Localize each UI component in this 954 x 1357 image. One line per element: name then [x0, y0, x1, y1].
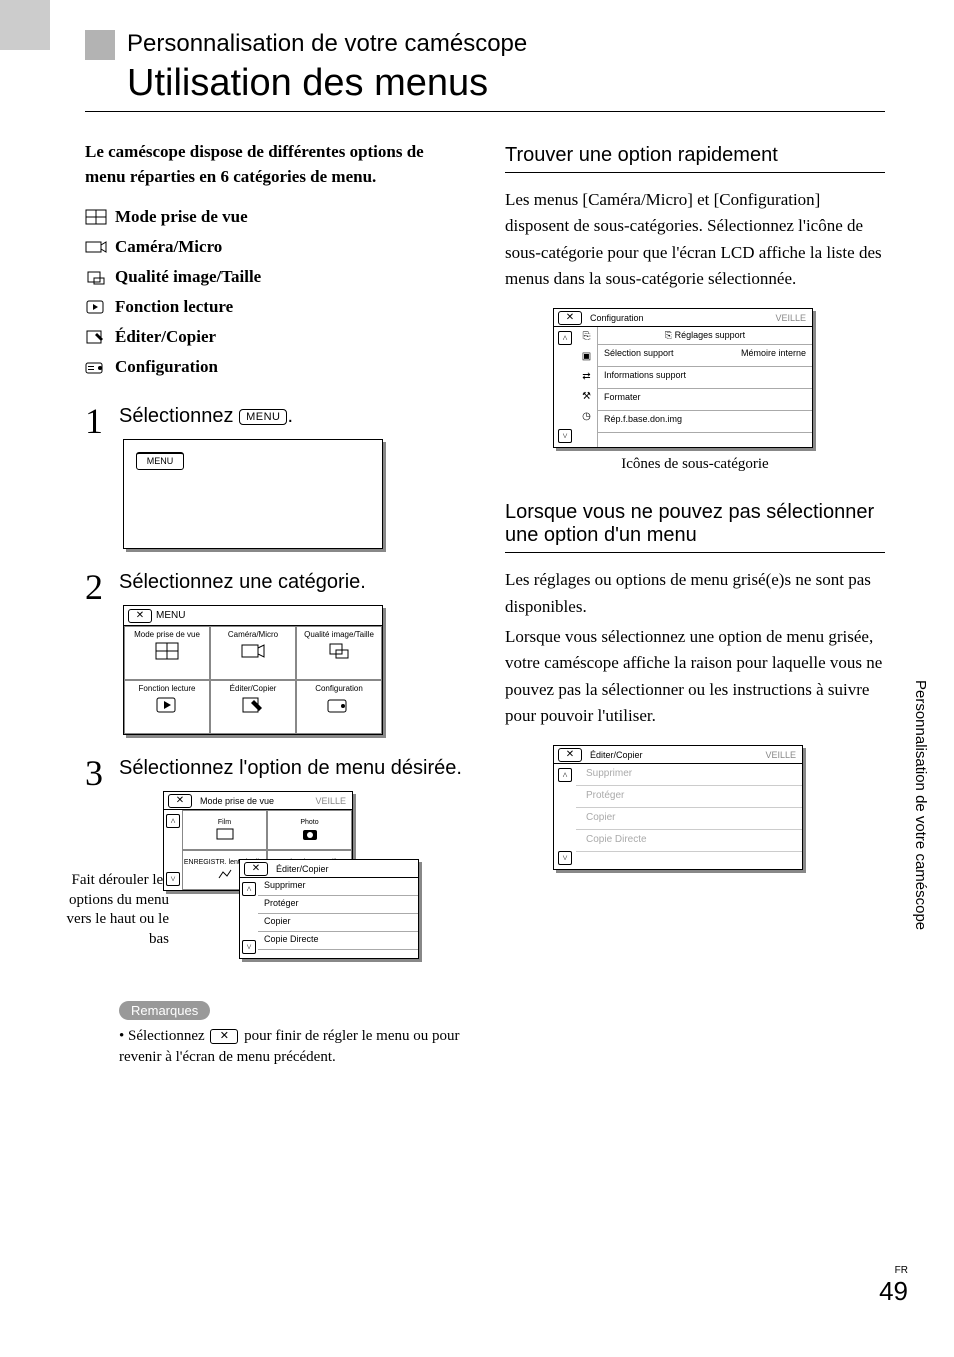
side-vertical-label: Personnalisation de votre caméscope: [912, 680, 929, 930]
page-title: Utilisation des menus: [127, 62, 527, 105]
category-cell[interactable]: Fonction lecture: [124, 680, 210, 734]
intro-text: Le caméscope dispose de différentes opti…: [85, 140, 465, 189]
step-2: 2 Sélectionnez une catégorie. ✕ MENU Mode…: [85, 569, 465, 735]
scroll-up-button[interactable]: ˄: [558, 768, 572, 782]
list-item[interactable]: Rép.f.base.don.img: [598, 411, 812, 433]
lcd-screen-menu: MENU: [123, 439, 383, 549]
lcd-screen-greyed: ✕Éditer/CopierVEILLE ˄˅ Supprimer Protég…: [553, 745, 803, 870]
scroll-up-button[interactable]: ˄: [242, 882, 256, 896]
menu-item-label: Mode prise de vue: [115, 207, 248, 227]
menu-category-list: Mode prise de vue Caméra/Micro Qualité i…: [85, 207, 465, 377]
header-label: MENU: [156, 610, 185, 621]
subsection-title: ⎘ Réglages support: [598, 327, 812, 345]
paragraph: Les réglages ou options de menu grisé(e)…: [505, 567, 885, 620]
category-cell[interactable]: Qualité image/Taille: [296, 626, 382, 680]
category-cell[interactable]: Configuration: [296, 680, 382, 734]
notes-label: Remarques: [119, 1001, 210, 1020]
list-item[interactable]: Sélection supportMémoire interne: [598, 345, 812, 367]
step-title: Sélectionnez une catégorie.: [119, 569, 465, 595]
page-number: 49: [879, 1276, 908, 1307]
option-cell[interactable]: Photo: [267, 810, 352, 850]
option-cell[interactable]: Film: [182, 810, 267, 850]
category-cell[interactable]: Éditer/Copier: [210, 680, 296, 734]
scroll-up-button[interactable]: ˄: [166, 814, 180, 828]
scroll-down-button[interactable]: ˅: [166, 872, 180, 886]
page-content: Personnalisation de votre caméscope Util…: [85, 30, 885, 1088]
step-number: 1: [85, 403, 119, 549]
lcd-screen-options-b: ✕Éditer/Copier ˄˅ Supprimer Protéger Cop…: [239, 859, 419, 959]
list-item-disabled: Protéger: [576, 786, 802, 808]
scroll-down-button[interactable]: ˅: [558, 429, 572, 443]
scroll-up-button[interactable]: ˄: [558, 331, 572, 345]
list-item[interactable]: Copie Directe: [258, 932, 418, 950]
menu-button-label: MENU: [239, 409, 287, 425]
menu-touch-button[interactable]: MENU: [136, 452, 184, 470]
lcd-screen-category: ✕ MENU Mode prise de vue Caméra/Micro Qua…: [123, 605, 383, 735]
scroll-down-button[interactable]: ˅: [558, 851, 572, 865]
close-icon: ✕: [210, 1029, 238, 1044]
lcd-screen-config: ✕ConfigurationVEILLE ˄˅ ⎘ ▣ ⇄ ⚒ ◷ ⎘ Régl…: [553, 308, 813, 448]
close-button[interactable]: ✕: [558, 311, 582, 325]
page-footer: FR 49: [879, 1265, 908, 1307]
clock-icon[interactable]: ◷: [580, 411, 594, 425]
camera-icon: [85, 239, 107, 255]
scroll-down-button[interactable]: ˅: [242, 940, 256, 954]
connection-icon[interactable]: ⇄: [580, 371, 594, 385]
category-cell[interactable]: Mode prise de vue: [124, 626, 210, 680]
playback-icon: [85, 299, 107, 315]
section-heading: Trouver une option rapidement: [505, 144, 885, 173]
list-item[interactable]: Copier: [258, 914, 418, 932]
step-3: 3 Sélectionnez l'option de menu désirée.…: [85, 755, 465, 1068]
close-button[interactable]: ✕: [558, 748, 582, 762]
step-title: Sélectionnez l'option de menu désirée.: [119, 755, 465, 781]
side-tab: [0, 0, 50, 50]
quality-icon: [85, 269, 107, 285]
menu-item-label: Qualité image/Taille: [115, 267, 261, 287]
right-column: Trouver une option rapidement Les menus …: [505, 140, 885, 1088]
category-cell[interactable]: Caméra/Micro: [210, 626, 296, 680]
media-icon[interactable]: ⎘: [580, 331, 594, 345]
menu-item-label: Éditer/Copier: [115, 327, 216, 347]
list-item[interactable]: Informations support: [598, 367, 812, 389]
menu-item-label: Fonction lecture: [115, 297, 233, 317]
notes-text: • Sélectionnez ✕ pour finir de régler le…: [119, 1026, 465, 1068]
section-heading: Lorsque vous ne pouvez pas sélectionner …: [505, 501, 885, 553]
list-item-disabled: Supprimer: [576, 764, 802, 786]
menu-item-label: Configuration: [115, 357, 218, 377]
list-item-disabled: Copier: [576, 808, 802, 830]
page-header: Personnalisation de votre caméscope Util…: [85, 30, 885, 112]
scroll-caption: Fait dérouler les options du menu vers l…: [59, 871, 169, 949]
left-column: Le caméscope dispose de différentes opti…: [85, 140, 465, 1088]
close-button[interactable]: ✕: [168, 794, 192, 808]
header-block-icon: [85, 30, 115, 60]
step-title: Sélectionnez MENU.: [119, 403, 465, 429]
list-item[interactable]: Protéger: [258, 896, 418, 914]
step-1: 1 Sélectionnez MENU. MENU: [85, 403, 465, 549]
grid-icon: [85, 209, 107, 225]
edit-icon: [85, 329, 107, 345]
paragraph: Les menus [Caméra/Micro] et [Configurati…: [505, 187, 885, 292]
language-code: FR: [879, 1265, 908, 1276]
list-item[interactable]: Supprimer: [258, 878, 418, 896]
list-item-disabled: Copie Directe: [576, 830, 802, 852]
playback-icon[interactable]: ▣: [580, 351, 594, 365]
close-button[interactable]: ✕: [128, 609, 152, 623]
menu-item-label: Caméra/Micro: [115, 237, 222, 257]
close-button[interactable]: ✕: [244, 862, 268, 876]
paragraph: Lorsque vous sélectionnez une option de …: [505, 624, 885, 729]
general-icon[interactable]: ⚒: [580, 391, 594, 405]
config-icon: [85, 359, 107, 375]
page-subtitle: Personnalisation de votre caméscope: [127, 30, 527, 58]
list-item[interactable]: Formater: [598, 389, 812, 411]
step-number: 2: [85, 569, 119, 735]
figure-caption: Icônes de sous-catégorie: [505, 456, 885, 473]
